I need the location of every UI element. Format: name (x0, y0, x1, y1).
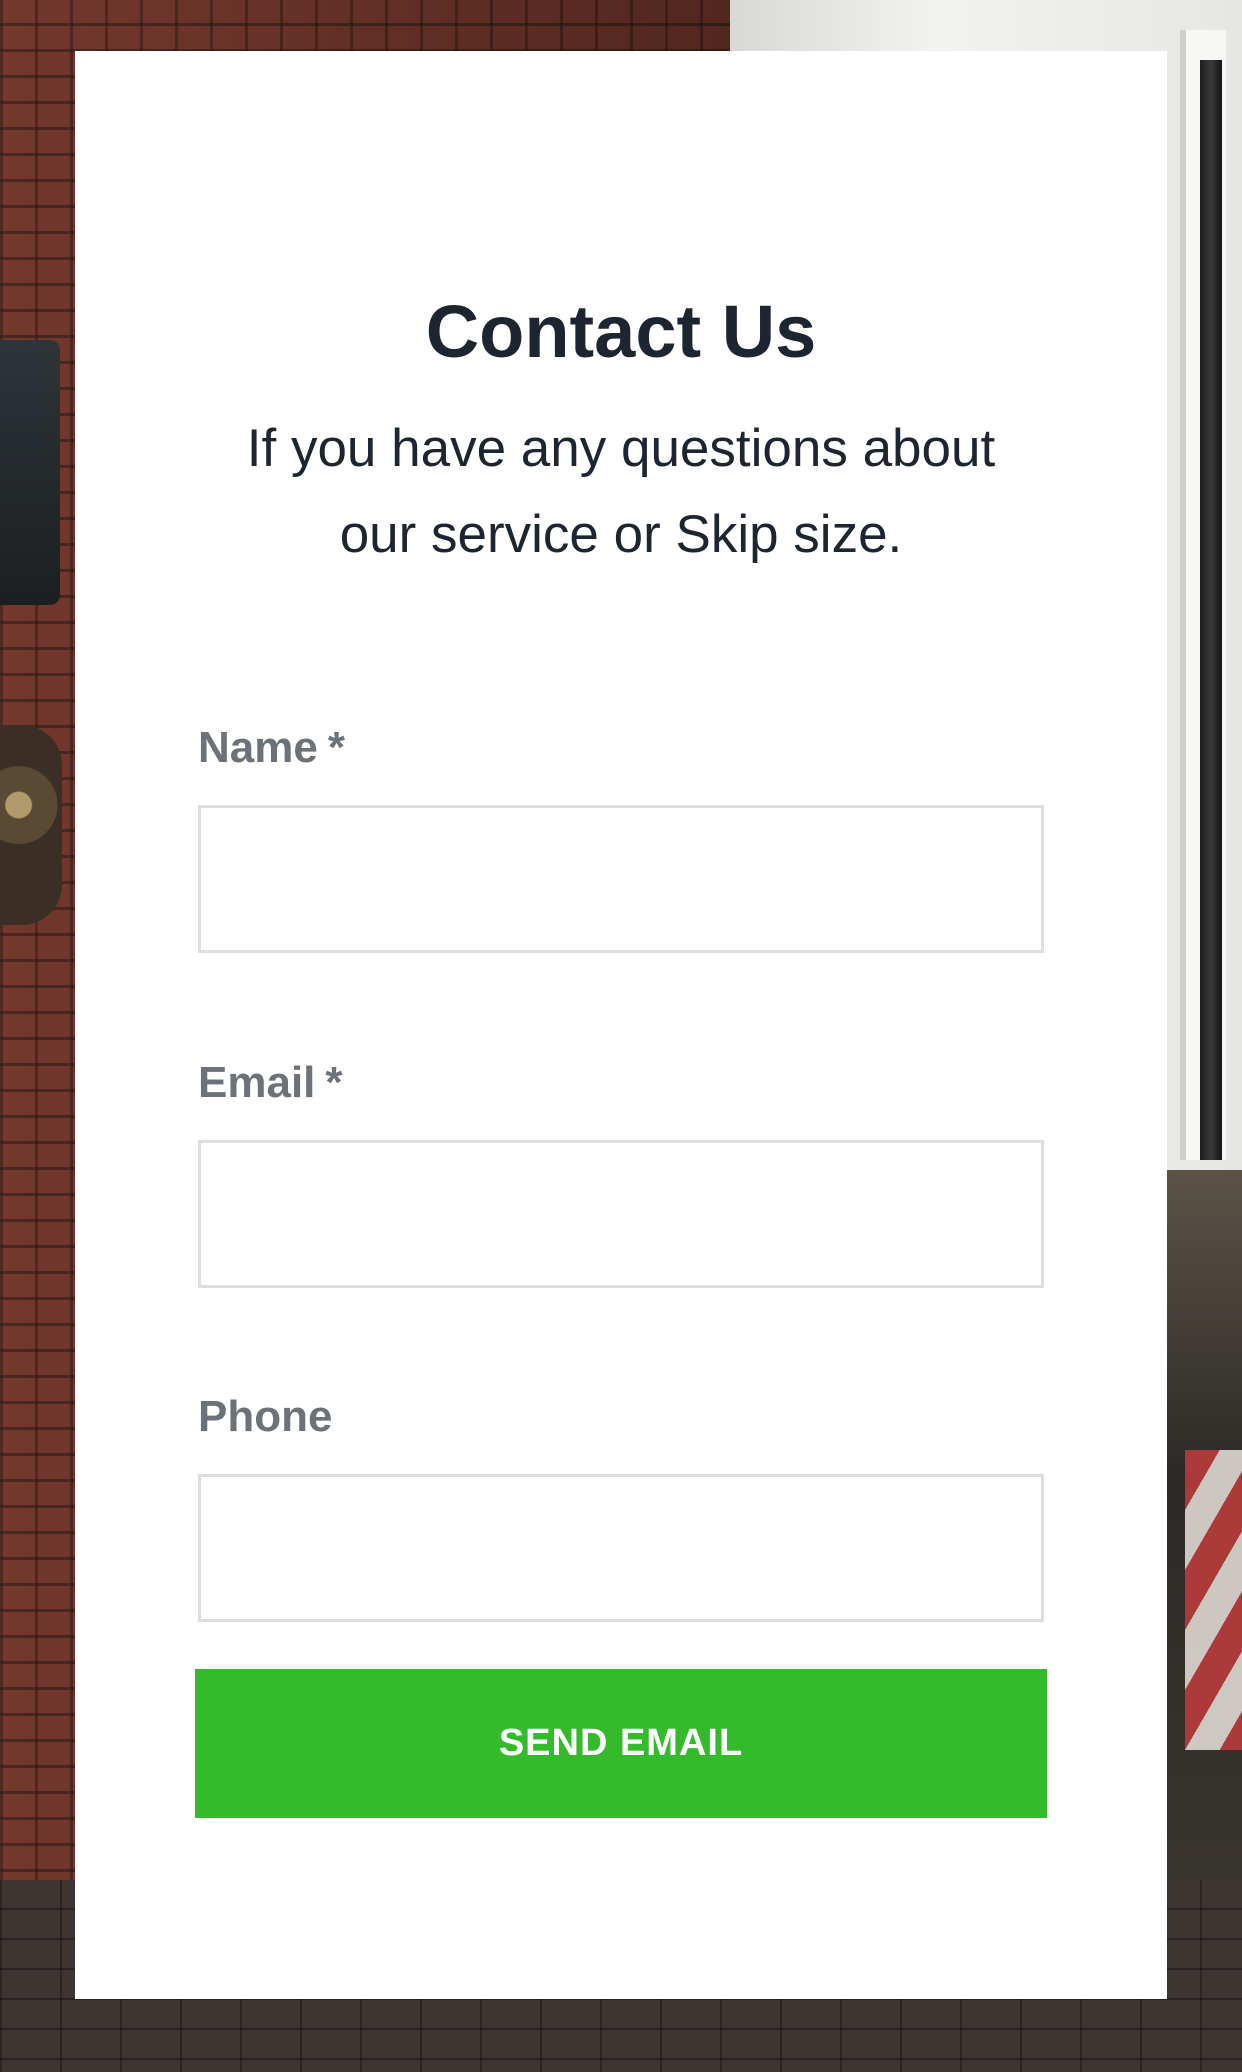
contact-form-card: Contact Us If you have any questions abo… (75, 51, 1167, 1999)
email-input[interactable] (198, 1140, 1044, 1288)
drain-pipe (1200, 60, 1222, 1160)
page-title: Contact Us (425, 290, 817, 373)
name-label-text: Name (198, 723, 318, 772)
wall-lantern (0, 340, 60, 605)
name-input[interactable] (198, 805, 1044, 953)
phone-label: Phone (198, 1395, 332, 1439)
required-marker: * (327, 723, 345, 772)
required-marker: * (325, 1058, 343, 1107)
send-email-button[interactable]: SEND EMAIL (195, 1669, 1047, 1818)
phone-label-text: Phone (198, 1392, 333, 1441)
skip-hazard-stripes (1185, 1450, 1242, 1750)
name-label: Name * (198, 726, 345, 770)
form-subtitle: If you have any questions about our serv… (246, 419, 996, 564)
email-label: Email * (198, 1061, 343, 1105)
email-label-text: Email (198, 1058, 316, 1107)
phone-input[interactable] (198, 1474, 1044, 1622)
hanging-plant (0, 725, 62, 925)
